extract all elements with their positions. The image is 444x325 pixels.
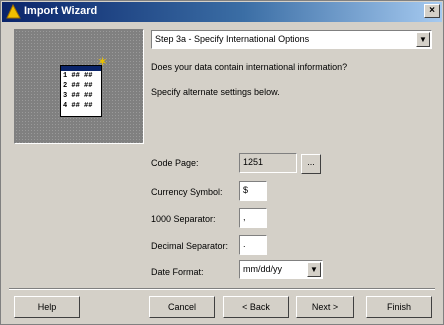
currency-symbol-label: Currency Symbol:: [151, 187, 223, 197]
thousands-separator-input[interactable]: ,: [239, 208, 267, 228]
chevron-down-icon[interactable]: ▼: [416, 32, 430, 47]
date-format-dropdown[interactable]: mm/dd/yy ▼: [239, 260, 323, 279]
step-dropdown[interactable]: Step 3a - Specify International Options …: [151, 30, 432, 49]
preview-row: 1 ## ##: [63, 72, 93, 80]
preview-row: 4 ## ##: [63, 102, 93, 110]
wizard-app-icon: [6, 3, 21, 19]
window-title: Import Wizard: [24, 5, 98, 17]
sparkle-icon: ✶: [97, 54, 108, 69]
close-button[interactable]: ×: [424, 4, 440, 18]
cancel-button[interactable]: Cancel: [149, 296, 215, 318]
question-text: Does your data contain international inf…: [151, 62, 348, 72]
footer-divider: [9, 288, 435, 290]
preview-row: 2 ## ##: [63, 82, 93, 90]
decimal-separator-label: Decimal Separator:: [151, 241, 229, 251]
preview-row: 3 ## ##: [63, 92, 93, 100]
date-format-label: Date Format:: [151, 267, 204, 277]
chevron-down-icon[interactable]: ▼: [307, 262, 321, 277]
thousands-separator-label: 1000 Separator:: [151, 214, 216, 224]
finish-button[interactable]: Finish: [366, 296, 432, 318]
code-page-field: 1251: [239, 153, 297, 173]
decimal-separator-input[interactable]: .: [239, 235, 267, 255]
next-button[interactable]: Next >: [296, 296, 354, 318]
date-format-value: mm/dd/yy: [243, 264, 283, 274]
browse-code-page-button[interactable]: ...: [301, 154, 321, 174]
title-bar[interactable]: Import Wizard ×: [2, 2, 442, 22]
help-button[interactable]: Help: [14, 296, 80, 318]
step-selected-value: Step 3a - Specify International Options: [155, 34, 310, 44]
instruction-text: Specify alternate settings below.: [151, 87, 280, 97]
spreadsheet-icon: 1 ## ## 2 ## ## 3 ## ## 4 ## ##: [60, 65, 102, 117]
currency-symbol-input[interactable]: $: [239, 181, 267, 201]
back-button[interactable]: < Back: [223, 296, 289, 318]
code-page-label: Code Page:: [151, 158, 199, 168]
import-wizard-window: Import Wizard × 1 ## ## 2 ## ## 3 ## ## …: [0, 0, 444, 325]
wizard-preview-image: 1 ## ## 2 ## ## 3 ## ## 4 ## ## ✶: [14, 29, 144, 144]
